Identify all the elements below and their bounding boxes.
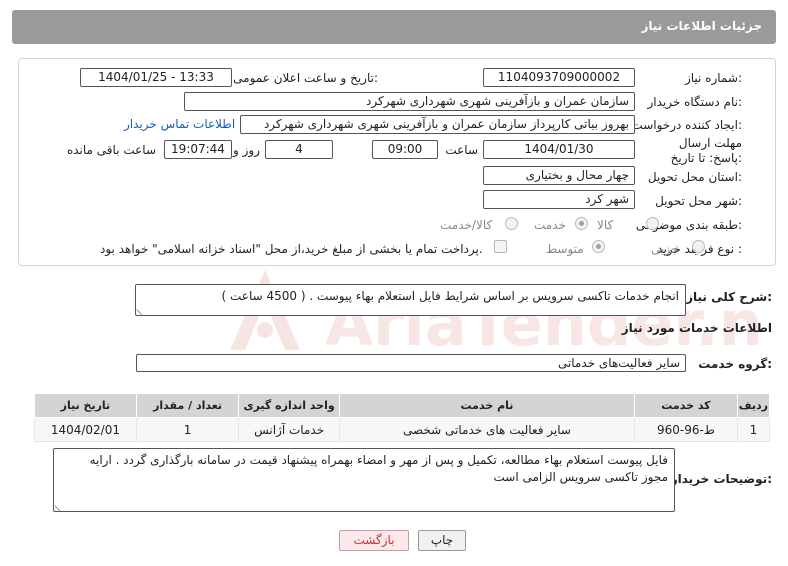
page-title: جزئیات اطلاعات نیاز [641,19,762,33]
days-label: روز و [233,143,260,157]
col-unit: واحد اندازه گیری [238,393,340,418]
summary-label: شرح کلی نیاز: [686,290,772,304]
category-radio-service[interactable] [575,217,588,230]
col-quantity: تعداد / مقدار [135,393,240,418]
deadline-time-label: ساعت [445,143,478,157]
buyer-notes-label: توضیحات خریدار: [670,472,772,486]
creator-field: بهروز بیاتی کارپرداز سازمان عمران و بازآ… [240,115,635,134]
buyer-org-label: نام دستگاه خریدار: [647,95,743,109]
notes-resize-handle[interactable] [54,500,66,512]
deadline-time-field: 09:00 [372,140,438,159]
table-row: 1 ط-96-960 سایر فعالیت های خدماتی شخصی خ… [34,417,771,442]
service-group-field: سایر فعالیت‌های خدماتی [136,354,686,372]
payment-note: پرداخت تمام یا بخشی از مبلغ خرید،از محل … [100,242,483,256]
category-radio-goods[interactable] [646,217,659,230]
category-option-goods: کالا [597,218,614,232]
process-radio-medium[interactable] [592,240,605,253]
services-table: ردیف کد خدمت نام خدمت واحد اندازه گیری ت… [34,393,771,442]
city-label: شهر محل تحویل: [655,194,742,208]
buyer-notes-text: فایل پیوست استعلام بهاء مطالعه، تکمیل و … [89,453,668,484]
services-section-title: اطلاعات خدمات مورد نیاز [621,321,772,335]
cell-service-name: سایر فعالیت های خدماتی شخصی [338,417,636,442]
category-option-service: خدمت [534,218,566,232]
announce-label: تاریخ و ساعت اعلان عمومی: [233,71,378,85]
process-option-minor: جزیی [651,242,679,256]
print-button[interactable]: چاپ [418,530,466,551]
summary-text: انجام خدمات تاکسی سرویس بر اساس شرایط فا… [221,289,680,303]
col-row-number: ردیف [736,393,771,418]
col-need-date: تاریخ نیاز [34,393,137,418]
buyer-org-field: سازمان عمران و بازآفرینی شهری شهرداری شه… [184,92,635,111]
process-radio-minor[interactable] [692,240,705,253]
city-field: شهر کرد [483,190,635,209]
category-option-goods-service: کالا/خدمت [440,218,493,232]
province-field: چهار محال و بختیاری [483,166,635,185]
cell-row-number: 1 [736,417,771,442]
treasury-checkbox[interactable] [494,240,507,253]
cell-need-date: 1404/02/01 [34,417,137,442]
services-table-wrap: ردیف کد خدمت نام خدمت واحد اندازه گیری ت… [34,393,771,442]
back-button[interactable]: بازگشت [339,530,409,551]
summary-textarea: انجام خدمات تاکسی سرویس بر اساس شرایط فا… [135,284,686,316]
cell-quantity: 1 [135,417,240,442]
remaining-time-field: 19:07:44 [164,140,232,159]
remaining-label: ساعت باقی مانده [66,143,156,157]
deadline-label: مهلت ارسال پاسخ: تا تاریخ: [670,136,742,165]
need-number-field: 1104093709000002 [483,68,635,87]
days-field: 4 [265,140,333,159]
col-service-name: نام خدمت [338,393,636,418]
process-option-medium: متوسط [546,242,584,256]
service-group-label: گروه خدمت: [698,357,772,371]
need-number-label: شماره نیاز: [684,71,742,85]
cell-unit: خدمات آژانس [238,417,340,442]
table-header-row: ردیف کد خدمت نام خدمت واحد اندازه گیری ت… [34,393,771,418]
announce-field: 1404/01/25 - 13:33 [80,68,232,87]
province-label: استان محل تحویل: [647,170,742,184]
cell-service-code: ط-96-960 [634,417,738,442]
resize-handle[interactable] [136,304,148,316]
buyer-contact-link[interactable]: اطلاعات تماس خریدار [124,117,235,131]
creator-label: ایجاد کننده درخواست: [631,118,742,132]
buyer-notes-textarea: فایل پیوست استعلام بهاء مطالعه، تکمیل و … [53,448,675,512]
category-radio-goods-service[interactable] [505,217,518,230]
deadline-date-field: 1404/01/30 [483,140,635,159]
col-service-code: کد خدمت [634,393,738,418]
